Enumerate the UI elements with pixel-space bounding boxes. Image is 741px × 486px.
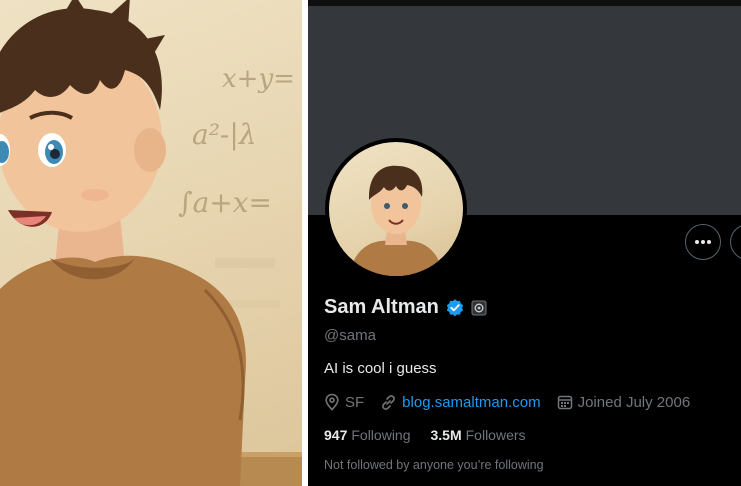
location-text: SF xyxy=(345,393,365,411)
location-icon xyxy=(325,393,339,411)
not-followed-notice: Not followed by anyone you’re following xyxy=(324,458,544,472)
website-link[interactable]: blog.samaltman.com xyxy=(402,394,540,411)
followers-count: 3.5M xyxy=(430,427,462,443)
profile-display-name: Sam Altman xyxy=(324,296,439,318)
following-label: Following xyxy=(351,427,411,443)
follow-stats-row: 947 Following 3.5M Followers xyxy=(324,427,526,443)
following-stat[interactable]: 947 Following xyxy=(324,427,411,443)
profile-avatar[interactable] xyxy=(325,138,467,280)
profile-meta-row: SF blog.samaltman.com Joined July 2006 xyxy=(324,393,706,411)
location-item: SF xyxy=(324,393,364,411)
website-item[interactable]: blog.samaltman.com xyxy=(380,394,541,411)
avatar-boy-illustration xyxy=(349,165,443,276)
anime-portrait-illustration: x+y= a²-|λ ∫a+x= xyxy=(0,0,302,486)
more-options-button[interactable] xyxy=(685,224,721,260)
joined-item: Joined July 2006 xyxy=(557,393,691,411)
joined-date-text: Joined July 2006 xyxy=(577,393,691,411)
link-icon xyxy=(382,394,396,410)
profile-panel: Sam Altman @sama AI is cool i guess SF b… xyxy=(308,0,741,486)
profile-bio: AI is cool i guess xyxy=(324,360,437,377)
more-icon xyxy=(695,240,711,244)
affiliate-badge-icon[interactable] xyxy=(471,300,487,316)
verified-badge-icon[interactable] xyxy=(445,298,465,318)
banner-top-strip xyxy=(308,0,741,6)
boy-character xyxy=(0,0,302,486)
following-count: 947 xyxy=(324,427,348,443)
calendar-icon xyxy=(557,395,572,410)
followers-stat[interactable]: 3.5M Followers xyxy=(431,427,526,443)
cropped-action-button[interactable] xyxy=(730,224,741,260)
profile-name-row: Sam Altman xyxy=(324,296,487,319)
profile-handle: @sama xyxy=(324,327,376,344)
avatar-image xyxy=(329,142,463,276)
followers-label: Followers xyxy=(465,427,526,443)
